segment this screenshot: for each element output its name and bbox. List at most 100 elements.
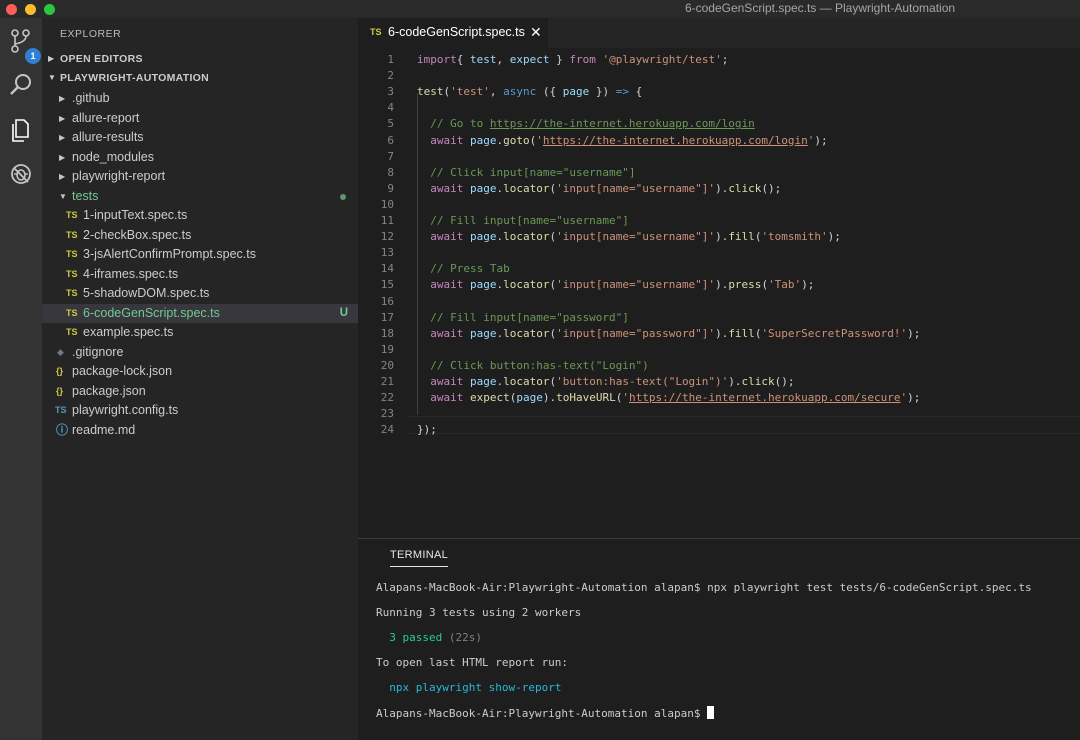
code-editor[interactable]: 1 import{ test, expect } from '@playwrigh…	[358, 48, 1080, 538]
terminal-running-text: Running 3 tests using 2 workers	[376, 606, 582, 619]
chevron-right-icon: ▶	[59, 133, 66, 142]
tree-file[interactable]: TS 3-jsAlertConfirmPrompt.spec.ts	[42, 245, 358, 265]
tree-file[interactable]: ◆ .gitignore	[42, 343, 358, 363]
editor-tab-bar: TS 6-codeGenScript.spec.ts ✕	[358, 18, 1080, 48]
code-text: // Fill input[name="password"]	[417, 310, 629, 324]
code-line: 10	[358, 197, 1080, 213]
open-editors-section[interactable]: ▶ OPEN EDITORS	[42, 49, 358, 69]
chevron-right-icon: ▶	[59, 113, 66, 123]
search-icon[interactable]	[6, 71, 36, 101]
tree-file[interactable]: TS 1-inputText.spec.ts	[42, 206, 358, 226]
typescript-icon: TS	[66, 249, 78, 259]
tree-folder-tests[interactable]: ▼ tests	[42, 187, 358, 207]
code-line: 8 // Click input[name="username"]	[358, 165, 1080, 181]
code-line: 14 // Press Tab	[358, 261, 1080, 277]
terminal-panel[interactable]: TERMINAL Alapans-MacBook-Air:Playwright-…	[358, 538, 1080, 740]
code-line: 9 await page.locator('input[name="userna…	[358, 181, 1080, 197]
modified-dot-icon	[340, 193, 346, 200]
tree-file[interactable]: TS 5-shadowDOM.spec.ts	[42, 284, 358, 304]
scm-badge: 1	[25, 48, 41, 64]
line-number: 20	[380, 358, 394, 372]
tree-file[interactable]: TS example.spec.ts	[42, 323, 358, 343]
close-icon[interactable]: ✕	[530, 24, 542, 41]
code-text: await page.locator('input[name="password…	[430, 326, 921, 340]
tree-file[interactable]: ⓘ readme.md	[42, 421, 358, 441]
line-number: 12	[380, 230, 394, 244]
code-text: // Fill input[name="username"]	[417, 214, 629, 227]
tree-folder[interactable]: ▶ allure-results	[42, 128, 358, 148]
typescript-icon: TS	[66, 268, 78, 279]
line-number: 23	[380, 407, 394, 421]
minimize-window-button[interactable]	[25, 4, 36, 15]
close-window-button[interactable]	[6, 4, 17, 15]
code-line: 13	[358, 245, 1080, 261]
tree-file[interactable]: TS 4-iframes.spec.ts	[42, 265, 358, 285]
duration-text: (22s)	[448, 631, 482, 644]
line-number: 9	[387, 181, 394, 195]
tab-terminal[interactable]: TERMINAL	[390, 549, 449, 567]
line-number: 18	[380, 326, 394, 340]
code-text: // Click button:has-text("Login")	[417, 358, 649, 372]
typescript-icon: TS	[66, 210, 78, 220]
tree-folder[interactable]: ▶ allure-report	[42, 109, 358, 129]
typescript-icon: TS	[66, 327, 78, 337]
chevron-down-icon: ▼	[48, 73, 57, 82]
terminal-report-hint: To open last HTML report run:	[376, 656, 569, 669]
typescript-icon: TS	[55, 405, 67, 415]
tab-label: 6-codeGenScript.spec.ts	[388, 25, 525, 39]
code-line: 6 await page.goto('https://the-internet.…	[358, 133, 1080, 149]
source-control-icon[interactable]: 1	[6, 26, 41, 64]
typescript-icon: TS	[66, 307, 78, 318]
code-line: 17 // Fill input[name="password"]	[358, 310, 1080, 326]
tree-folder[interactable]: ▶ playwright-report	[42, 167, 358, 187]
code-line: 22 await expect(page).toHaveURL('https:/…	[358, 390, 1080, 406]
code-text: await page.locator('button:has-text("Log…	[430, 375, 795, 388]
line-number: 24	[380, 423, 394, 437]
line-number: 2	[387, 69, 394, 83]
code-text: // Click input[name="username"]	[417, 165, 636, 179]
code-text: await page.locator('input[name="username…	[430, 278, 815, 292]
chevron-right-icon: ▶	[48, 54, 55, 63]
window-title: 6-codeGenScript.spec.ts — Playwright-Aut…	[684, 1, 956, 15]
line-number: 21	[380, 375, 394, 388]
tree-file-selected[interactable]: TS 6-codeGenScript.spec.ts U	[42, 303, 358, 323]
line-number: 10	[380, 197, 394, 211]
tree-file[interactable]: TS playwright.config.ts	[42, 401, 358, 421]
code-line: 4	[358, 100, 1080, 116]
maximize-window-button[interactable]	[44, 4, 55, 15]
line-number: 4	[387, 101, 394, 115]
line-number: 7	[387, 149, 394, 163]
git-icon: ◆	[57, 346, 64, 357]
code-text: import{ test, expect } from '@playwright…	[417, 53, 729, 66]
code-text: test('test', async ({ page }) => {	[417, 85, 643, 99]
line-number: 1	[387, 53, 394, 66]
tree-file[interactable]: {} package-lock.json	[42, 362, 358, 382]
debug-icon[interactable]	[6, 159, 36, 189]
code-text: });	[417, 423, 437, 437]
chevron-right-icon: ▶	[59, 152, 66, 162]
code-line: 23	[358, 406, 1080, 422]
code-line: 12 await page.locator('input[name="usern…	[358, 229, 1080, 245]
chevron-down-icon: ▼	[59, 191, 67, 201]
line-number: 11	[380, 214, 394, 227]
tree-file[interactable]: {} package.json	[42, 382, 358, 402]
typescript-icon: TS	[370, 27, 382, 37]
json-icon: {}	[56, 366, 64, 376]
chevron-right-icon: ▶	[59, 172, 66, 181]
tree-folder[interactable]: ▶ node_modules	[42, 148, 358, 168]
tree-file[interactable]: TS 2-checkBox.spec.ts	[42, 226, 358, 246]
line-number: 13	[380, 246, 394, 260]
explorer-files-icon[interactable]	[6, 115, 36, 145]
line-number: 16	[380, 294, 394, 308]
explorer-title: EXPLORER	[60, 28, 122, 40]
untracked-status-badge: U	[339, 306, 348, 319]
line-number: 6	[387, 133, 394, 147]
line-number: 3	[387, 85, 394, 99]
code-line: 2	[358, 68, 1080, 84]
tab-6-codegenscript[interactable]: TS 6-codeGenScript.spec.ts ✕	[358, 18, 548, 48]
code-text: await expect(page).toHaveURL('https://th…	[430, 391, 921, 405]
terminal-prompt-line[interactable]: Alapans-MacBook-Air:Playwright-Automatio…	[376, 706, 715, 720]
tree-folder[interactable]: ▶ .github	[42, 89, 358, 109]
project-section[interactable]: ▼ PLAYWRIGHT-AUTOMATION	[42, 68, 358, 88]
code-text: await page.goto('https://the-internet.he…	[430, 133, 828, 147]
